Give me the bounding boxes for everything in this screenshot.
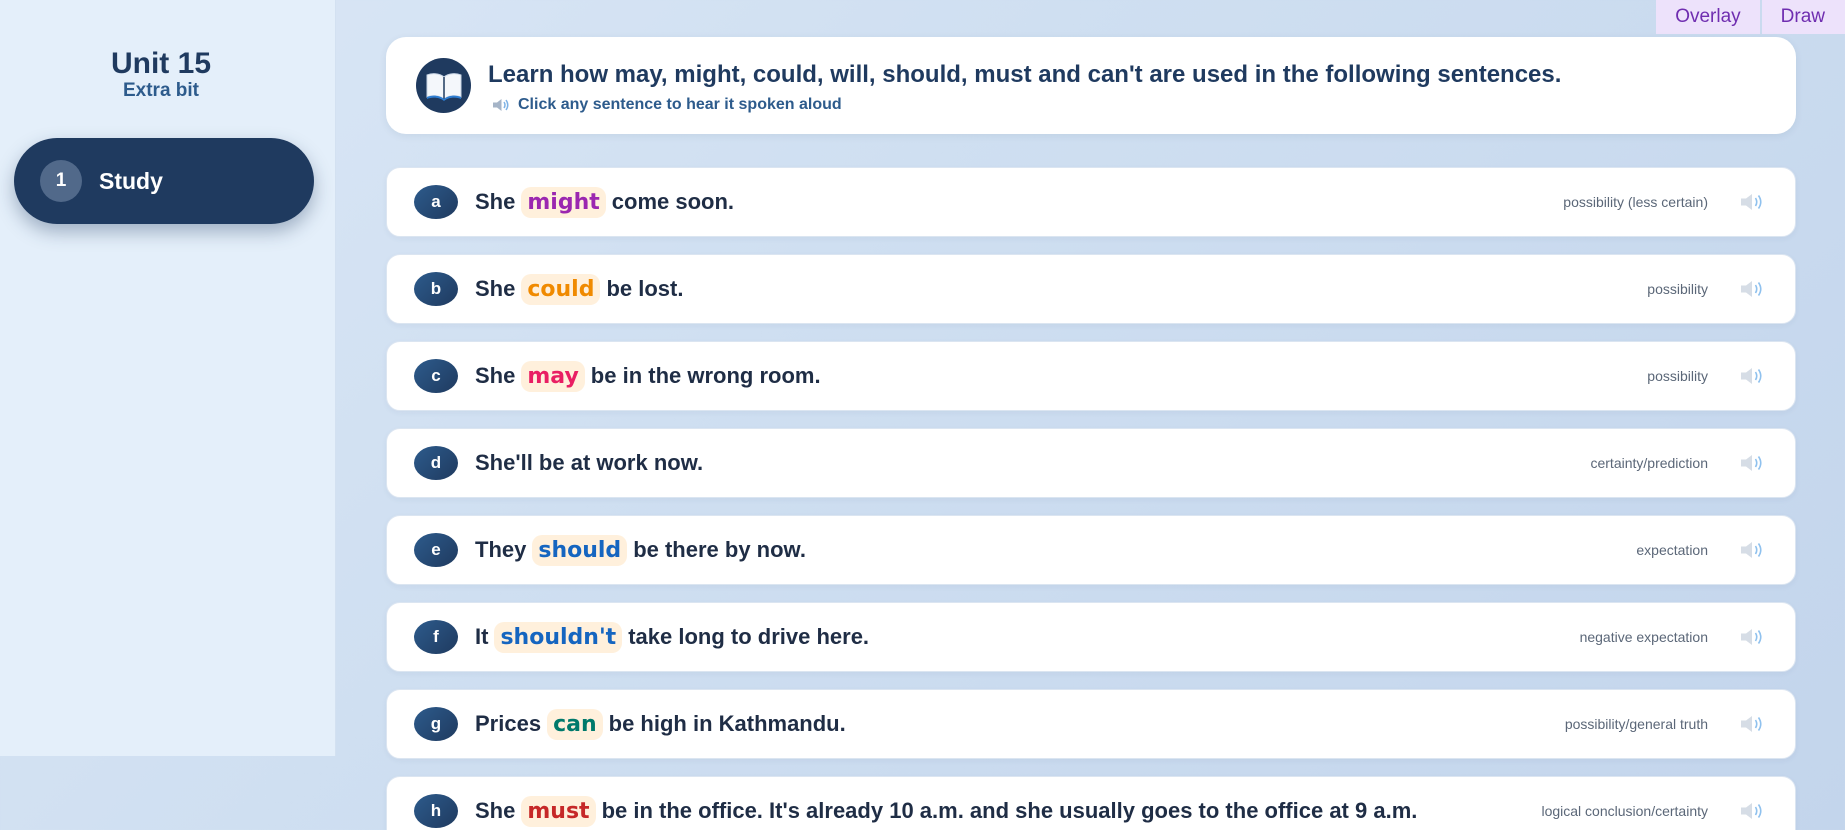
sentence-text: She might come soon. (475, 168, 734, 236)
sentence-text: It shouldn't take long to drive here. (475, 603, 869, 671)
hint-text-row: Click any sentence to hear it spoken alo… (492, 96, 842, 114)
sentence-row-g[interactable]: g Prices can be high in Kathmandu. possibili… (386, 689, 1796, 759)
unit-title: Unit 15 (110, 47, 212, 80)
top-toolbar: Overlay Draw (1656, 0, 1845, 34)
sentence-text: Prices can be high in Kathmandu. (475, 690, 846, 758)
speaker-icon[interactable] (1739, 366, 1765, 386)
open-book-icon (416, 58, 471, 113)
step-number-badge: 1 (40, 160, 82, 202)
sentence-text-after: come soon. (611, 189, 735, 214)
sentence-row-e[interactable]: e They should be there by now. expectation (386, 515, 1796, 585)
sentence-text-after: be high in Kathmandu. (608, 711, 846, 736)
sentence-row-a[interactable]: a She might come soon. possibility (less cer… (386, 167, 1796, 237)
sentence-text-before: It (475, 624, 489, 649)
modal-verb-highlight: may (521, 360, 585, 392)
sentence-letter-badge: b (414, 272, 458, 306)
sentence-row-d[interactable]: d She'll be at work now. certainty/predict… (386, 428, 1796, 498)
sentence-row-b[interactable]: b She could be lost. possibility (386, 254, 1796, 324)
sentence-text-after: be in the wrong room. (590, 363, 821, 388)
sentence-letter-badge: a (414, 185, 458, 219)
sentence-letter-badge: g (414, 707, 458, 741)
speaker-icon[interactable] (1739, 540, 1765, 560)
meaning-label: possibility (less certain) (1563, 194, 1708, 210)
sentence-letter-badge: d (414, 446, 458, 480)
modal-verb-highlight: could (521, 273, 601, 305)
sentence-letter-badge: c (414, 359, 458, 393)
sidebar-item-study[interactable]: 1 Study (14, 138, 314, 224)
speaker-icon[interactable] (1739, 801, 1765, 821)
page-title: Learn how may, might, could, will, shoul… (488, 61, 1562, 88)
modal-verb-highlight: must (521, 795, 596, 827)
instructions-card: Learn how may, might, could, will, shoul… (386, 37, 1796, 134)
modal-verb-highlight: can (547, 708, 603, 740)
meaning-label: possibility/general truth (1564, 716, 1708, 732)
speaker-icon[interactable] (1739, 192, 1765, 212)
speaker-icon[interactable] (1739, 714, 1765, 734)
draw-button[interactable]: Draw (1761, 0, 1845, 34)
sentence-text: They should be there by now. (475, 516, 806, 584)
sentence-text-before: She'll be at work now. (475, 450, 704, 475)
sentence-text-before: She (475, 798, 516, 823)
modal-verb-highlight: shouldn't (494, 621, 623, 653)
sentence-text-after: take long to drive here. (628, 624, 870, 649)
sentence-text: She must be in the office. It's already 10… (475, 777, 1417, 830)
meaning-label: logical conclusion/certainty (1541, 803, 1708, 819)
meaning-label: negative expectation (1579, 629, 1708, 645)
sentence-letter-badge: h (414, 794, 458, 828)
sentence-text-after: be lost. (606, 276, 684, 301)
meaning-label: expectation (1636, 542, 1708, 558)
modal-verb-highlight: should (532, 534, 628, 566)
sentence-text-before: She (475, 189, 516, 214)
speaker-icon[interactable] (1739, 279, 1765, 299)
modal-verb-highlight: might (521, 186, 606, 218)
sentence-text-after: be in the office. It's already 10 a.m. a… (601, 798, 1418, 823)
sidebar-item-label: Study (99, 168, 163, 194)
hint-text: Click any sentence to hear it spoken alo… (518, 96, 842, 113)
speaker-icon (493, 99, 509, 111)
sentence-text-before: She (475, 363, 516, 388)
unit-subtitle: Extra bit (122, 80, 200, 101)
sentence-letter-badge: e (414, 533, 458, 567)
sidebar: Unit 15 Extra bit 1 Study (0, 0, 336, 756)
sentence-letter-badge: f (414, 620, 458, 654)
sentence-text: She could be lost. (475, 255, 683, 323)
meaning-label: certainty/prediction (1590, 455, 1708, 471)
sentence-text-after: be there by now. (633, 537, 806, 562)
sentence-text-before: Prices (475, 711, 542, 736)
sentence-row-c[interactable]: c She may be in the wrong room. possibility (386, 341, 1796, 411)
sentence-text: She'll be at work now. (475, 429, 703, 497)
overlay-button[interactable]: Overlay (1656, 0, 1760, 34)
sentence-row-f[interactable]: f It shouldn't take long to drive here. nega… (386, 602, 1796, 672)
speaker-icon[interactable] (1739, 453, 1765, 473)
sentence-row-h[interactable]: h She must be in the office. It's already 1… (386, 776, 1796, 830)
sentence-text: She may be in the wrong room. (475, 342, 821, 410)
sentence-text-before: They (475, 537, 527, 562)
speaker-icon[interactable] (1739, 627, 1765, 647)
meaning-label: possibility (1647, 281, 1708, 297)
meaning-label: possibility (1647, 368, 1708, 384)
sentence-text-before: She (475, 276, 516, 301)
